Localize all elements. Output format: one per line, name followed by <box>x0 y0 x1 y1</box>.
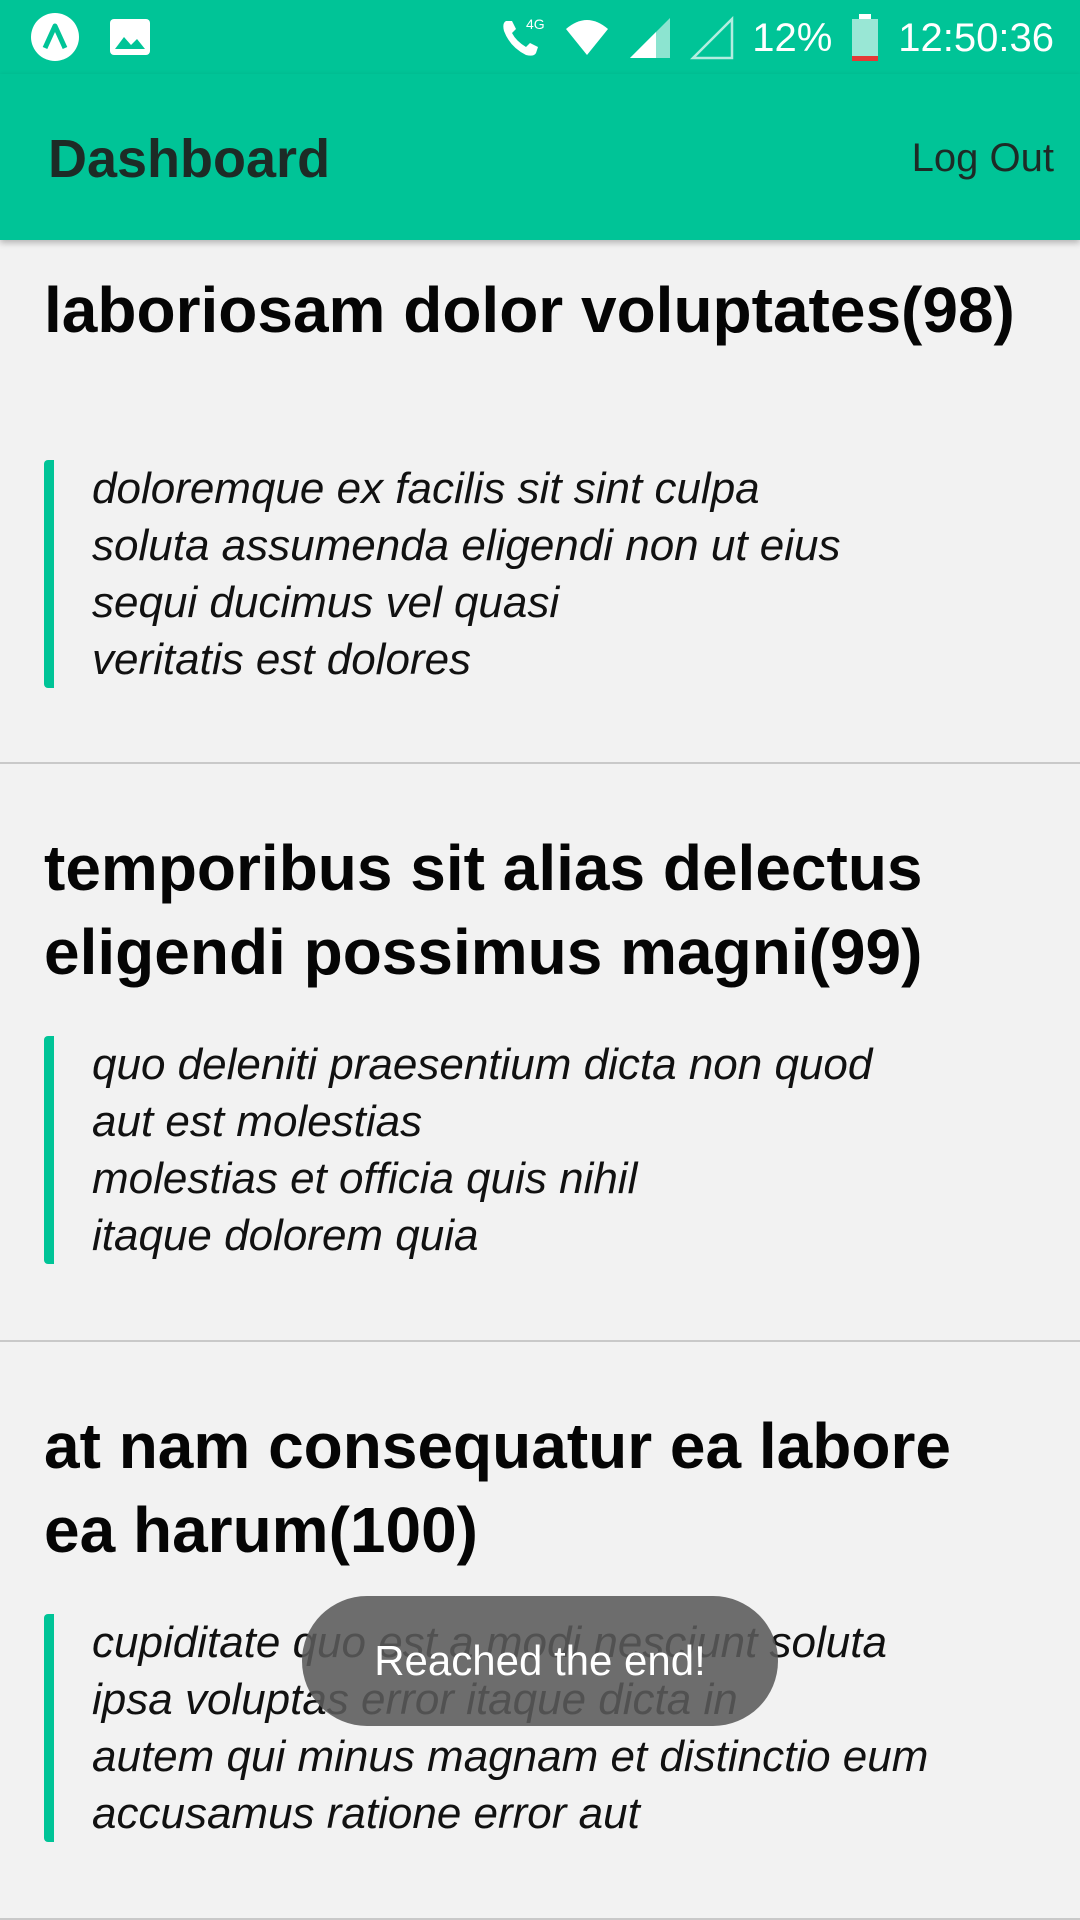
battery-percent: 12% <box>752 15 833 60</box>
post-body-line: quo deleniti praesentium dicta non quod <box>92 1040 873 1089</box>
page-title: Dashboard <box>48 129 331 189</box>
post-body-line: sequi ducimus vel quasi <box>92 578 560 627</box>
signal-icon <box>630 18 671 58</box>
post-body-line: doloremque ex facilis sit sint culpa <box>92 464 760 513</box>
battery-icon <box>852 14 879 61</box>
signal-empty-icon <box>690 16 734 60</box>
post-body-line: accusamus ratione error aut <box>92 1789 640 1838</box>
clock: 12:50:36 <box>898 15 1054 60</box>
post-body-line: soluta assumenda eligendi non ut eius <box>92 521 841 570</box>
post-body: quo deleniti praesentium dicta non quod … <box>44 1036 1024 1264</box>
post-body-line: molestias et officia quis nihil <box>92 1154 638 1203</box>
toast-message: Reached the end! <box>302 1596 778 1726</box>
post-body-line: itaque dolorem quia <box>92 1211 479 1260</box>
image-icon <box>110 19 150 55</box>
post-body-line: autem qui minus magnam et distinctio eum <box>92 1732 929 1781</box>
status-bar: 4G 12% 12:50:36 <box>0 0 1080 74</box>
app-a-icon <box>31 13 79 61</box>
post-body-line: veritatis est dolores <box>92 635 472 684</box>
network-label: 4G <box>526 16 545 32</box>
post-body-line: aut est molestias <box>92 1097 423 1146</box>
post-title: laboriosam dolor voluptates(98) <box>44 274 1015 346</box>
list-item[interactable]: temporibus sit alias delectus eligendi p… <box>0 764 1080 1342</box>
post-title: temporibus sit alias delectus eligendi p… <box>44 832 923 988</box>
volte-call-icon: 4G <box>503 16 545 56</box>
post-title: at nam consequatur ea labore ea harum(10… <box>44 1410 951 1566</box>
logout-button[interactable]: Log Out <box>912 136 1054 181</box>
list-item[interactable]: laboriosam dolor voluptates(98) doloremq… <box>0 240 1080 764</box>
wifi-icon <box>566 20 609 55</box>
post-body: doloremque ex facilis sit sint culpa sol… <box>44 460 1024 688</box>
app-bar: Dashboard Log Out <box>0 74 1080 240</box>
